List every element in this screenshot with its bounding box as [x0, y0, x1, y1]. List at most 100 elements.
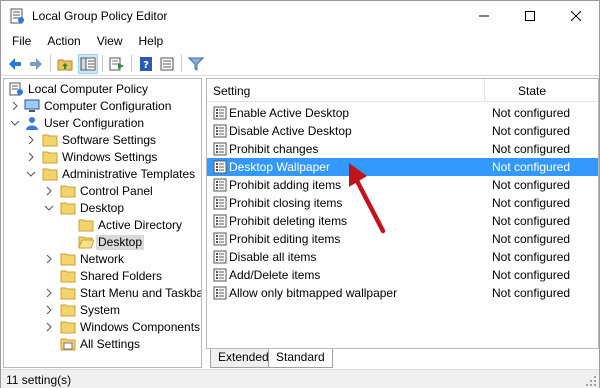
tree-item-system[interactable]: System [4, 302, 201, 319]
menu-bar: File Action View Help [1, 31, 599, 51]
svg-text:?: ? [143, 60, 149, 71]
tree-label: Software Settings [62, 133, 157, 147]
list-row[interactable]: Prohibit editing items Not configured [207, 230, 598, 248]
navigation-tree: Local Computer Policy Computer Configura… [3, 78, 202, 368]
tree-item-active-directory[interactable]: Active Directory [4, 217, 201, 234]
setting-state: Not configured [492, 106, 571, 120]
tree-label: Network [80, 252, 125, 266]
setting-name: Prohibit closing items [229, 196, 343, 210]
setting-name: Allow only bitmapped wallpaper [229, 286, 398, 300]
menu-action[interactable]: Action [39, 31, 88, 51]
chevron-right-icon[interactable] [10, 100, 20, 112]
setting-name: Prohibit adding items [229, 178, 342, 192]
help-button[interactable]: ? [136, 54, 156, 74]
forward-button[interactable] [26, 54, 46, 74]
column-header-state[interactable]: State [518, 84, 546, 98]
chevron-down-icon[interactable] [10, 117, 20, 129]
setting-state: Not configured [492, 286, 571, 300]
menu-file[interactable]: File [4, 31, 39, 51]
tree-label: Local Computer Policy [28, 82, 149, 96]
show-hide-tree-button[interactable] [78, 54, 98, 74]
setting-name: Prohibit deleting items [229, 214, 348, 228]
policy-setting-icon [213, 232, 227, 246]
list-row[interactable]: Allow only bitmapped wallpaper Not config… [207, 284, 598, 302]
setting-name: Disable Active Desktop [229, 124, 352, 138]
chevron-right-icon[interactable] [44, 185, 54, 197]
policy-setting-icon [213, 178, 227, 192]
chevron-right-icon[interactable] [44, 321, 54, 333]
minimize-icon [479, 15, 489, 17]
chevron-right-icon[interactable] [44, 253, 54, 265]
column-header-setting[interactable]: Setting [213, 84, 250, 98]
column-divider[interactable] [484, 79, 485, 102]
tree-item-desktop-selected[interactable]: Desktop [4, 234, 201, 251]
chevron-right-icon[interactable] [44, 304, 54, 316]
export-list-button[interactable] [107, 54, 127, 74]
chevron-right-icon[interactable] [26, 151, 36, 163]
tree-item-desktop[interactable]: Desktop [4, 200, 201, 217]
close-icon [571, 11, 581, 21]
tab-extended[interactable]: Extended [210, 349, 277, 368]
setting-state: Not configured [492, 178, 571, 192]
filter-button[interactable] [186, 54, 206, 74]
list-row[interactable]: Desktop Wallpaper Not configured [207, 158, 598, 176]
close-button[interactable] [553, 1, 599, 31]
chevron-right-icon[interactable] [26, 134, 36, 146]
tree-item-control-panel[interactable]: Control Panel [4, 183, 201, 200]
maximize-icon [525, 11, 535, 21]
folder-icon [42, 167, 58, 181]
toolbar-separator [131, 55, 132, 72]
tree-item-user-configuration[interactable]: User Configuration [4, 115, 201, 132]
list-row[interactable]: Disable Active Desktop Not configured [207, 122, 598, 140]
back-icon [9, 58, 21, 70]
tab-standard[interactable]: Standard [268, 349, 333, 368]
list-row[interactable]: Enable Active Desktop Not configured [207, 104, 598, 122]
setting-state: Not configured [492, 268, 571, 282]
list-row[interactable]: Prohibit deleting items Not configured [207, 212, 598, 230]
folder-icon [60, 286, 76, 300]
tree-item-windows-components[interactable]: Windows Components [4, 319, 201, 336]
tree-item-network[interactable]: Network [4, 251, 201, 268]
all-settings-icon [60, 337, 76, 351]
chevron-right-icon[interactable] [44, 287, 54, 299]
tree-item-computer-configuration[interactable]: Computer Configuration [4, 98, 201, 115]
list-row[interactable]: Disable all items Not configured [207, 248, 598, 266]
menu-help[interactable]: Help [131, 31, 172, 51]
chevron-down-icon[interactable] [26, 168, 36, 180]
tree-item-start-menu-and-taskbar[interactable]: Start Menu and Taskbar [4, 285, 201, 302]
tree-item-administrative-templates[interactable]: Administrative Templates [4, 166, 201, 183]
list-row[interactable]: Prohibit adding items Not configured [207, 176, 598, 194]
policy-setting-icon [213, 196, 227, 210]
toolbar-separator [181, 55, 182, 72]
properties-icon [160, 57, 174, 71]
tree-label: All Settings [80, 337, 141, 351]
list-row[interactable]: Prohibit closing items Not configured [207, 194, 598, 212]
back-button[interactable] [5, 54, 25, 74]
toolbar: ? [1, 51, 599, 76]
help-icon: ? [140, 57, 152, 71]
setting-state: Not configured [492, 160, 571, 174]
toolbar-separator [102, 55, 103, 72]
maximize-button[interactable] [507, 1, 553, 31]
tree-label: Computer Configuration [44, 99, 172, 113]
minimize-button[interactable] [461, 1, 507, 31]
chevron-down-icon[interactable] [44, 202, 54, 214]
folder-icon [60, 201, 76, 215]
list-row[interactable]: Prohibit changes Not configured [207, 140, 598, 158]
list-row[interactable]: Add/Delete items Not configured [207, 266, 598, 284]
tree-item-all-settings[interactable]: All Settings [4, 336, 201, 353]
setting-state: Not configured [492, 196, 571, 210]
tree-root[interactable]: Local Computer Policy [4, 81, 201, 98]
setting-name: Prohibit changes [229, 142, 319, 156]
menu-view[interactable]: View [89, 31, 131, 51]
resize-grip-icon[interactable] [585, 375, 597, 387]
properties-button[interactable] [157, 54, 177, 74]
policy-setting-icon [213, 286, 227, 300]
setting-state: Not configured [492, 124, 571, 138]
tree-item-shared-folders[interactable]: Shared Folders [4, 268, 201, 285]
up-folder-button[interactable] [55, 54, 75, 74]
list-header: Setting State [207, 79, 598, 102]
tree-item-software-settings[interactable]: Software Settings [4, 132, 201, 149]
status-text: 11 setting(s) [6, 373, 72, 387]
tree-item-windows-settings[interactable]: Windows Settings [4, 149, 201, 166]
